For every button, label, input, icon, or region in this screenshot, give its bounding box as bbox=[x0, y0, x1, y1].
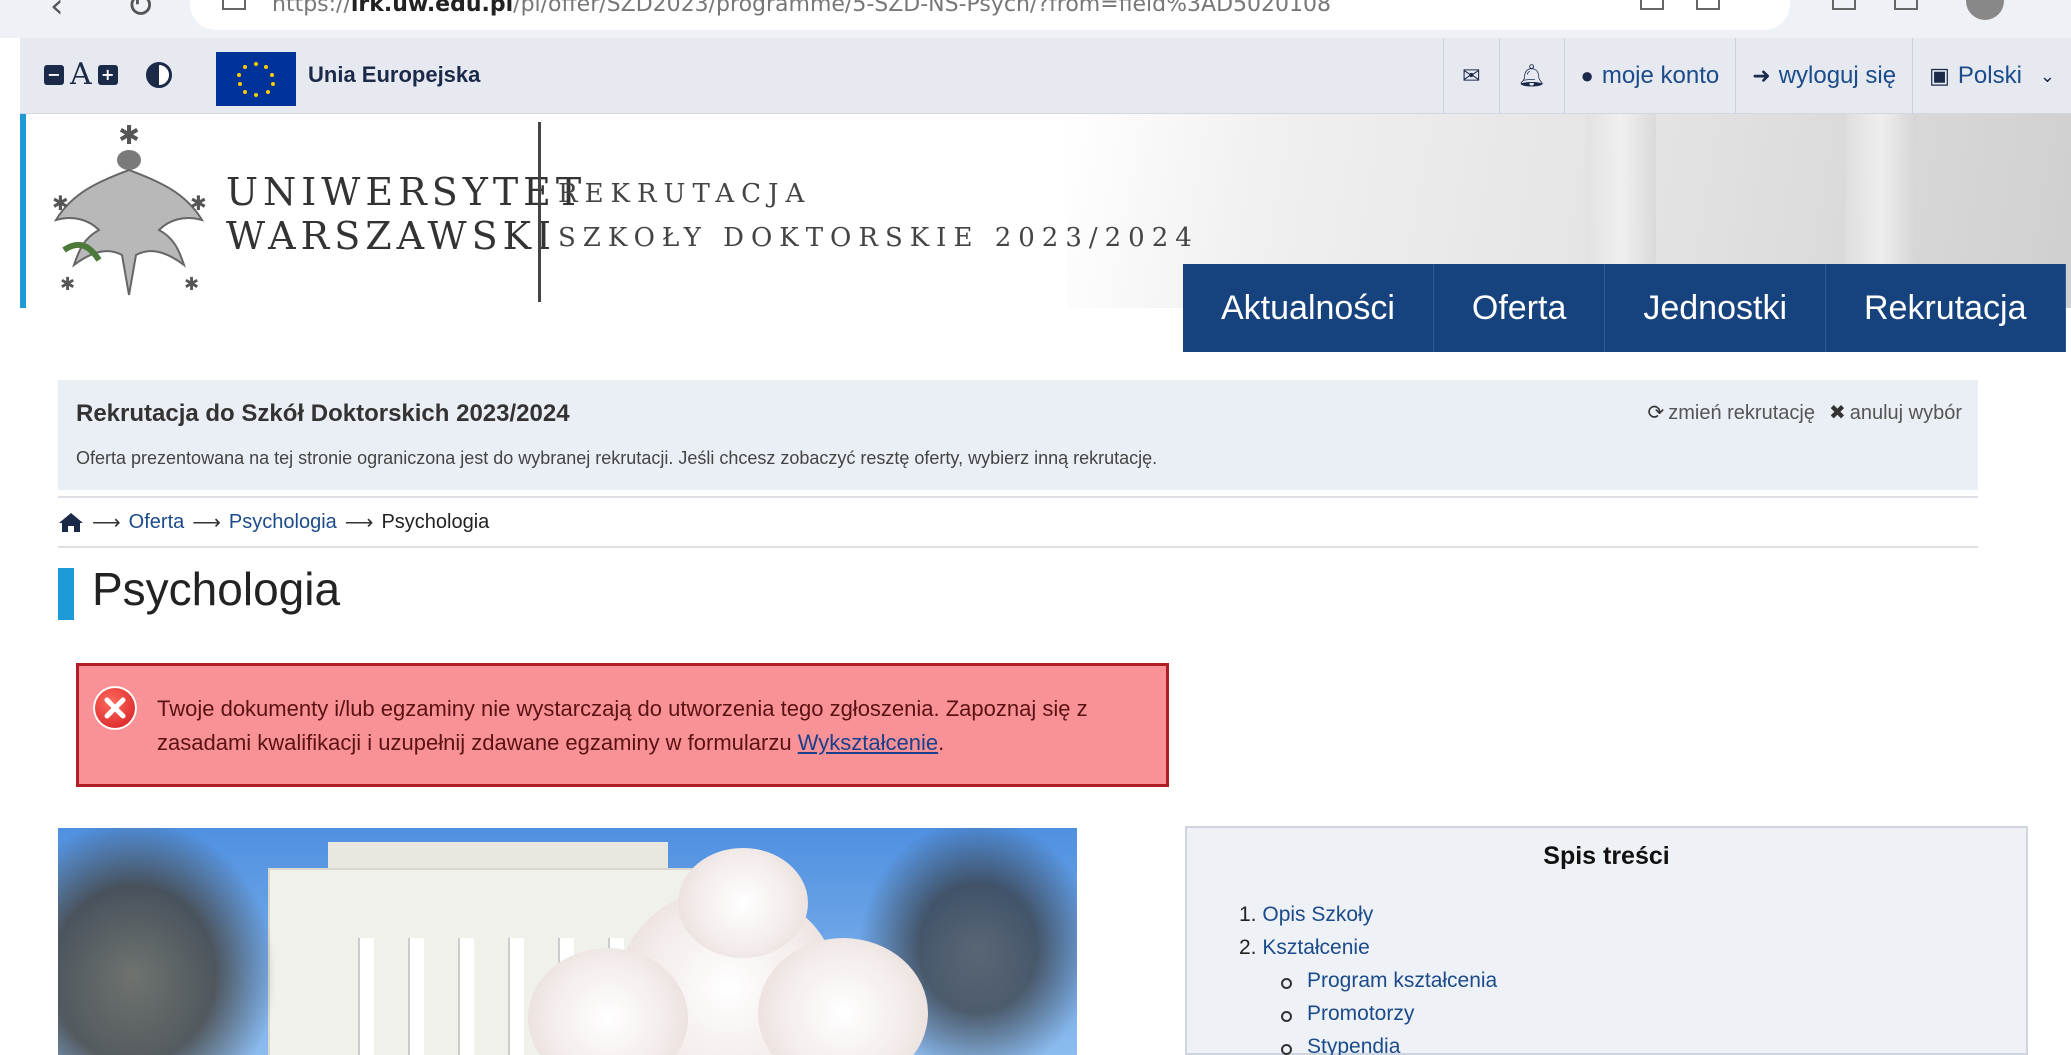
header-divider bbox=[538, 122, 541, 302]
error-icon bbox=[93, 686, 137, 730]
title-accent-bar bbox=[58, 568, 74, 620]
reload-icon[interactable]: ↻ bbox=[126, 0, 155, 26]
toc-subitem: Program kształcenia bbox=[1239, 964, 1497, 997]
nav-item-rekrutacja[interactable]: Rekrutacja bbox=[1826, 264, 2066, 352]
recruitment-title[interactable]: REKRUTACJA SZKOŁY DOKTORSKIE 2023/2024 bbox=[558, 172, 1199, 260]
user-menu: ✉ 🔔︎ ● moje konto ➜ wyloguj się ▣ Polski ⌄ bbox=[1443, 38, 2071, 114]
university-name[interactable]: UNIWERSYTET WARSZAWSKI bbox=[226, 170, 586, 258]
svg-text:✱: ✱ bbox=[184, 274, 199, 295]
cancel-selection-link[interactable]: ✖ anuluj wybór bbox=[1829, 400, 1962, 425]
recruitment-notice: Rekrutacja do Szkół Doktorskich 2023/202… bbox=[58, 380, 1978, 490]
notice-title: Rekrutacja do Szkół Doktorskich 2023/202… bbox=[76, 400, 570, 427]
accessibility-controls: − A + bbox=[44, 60, 172, 90]
language-select[interactable]: ▣ Polski ⌄ bbox=[1912, 38, 2071, 114]
notifications-button[interactable]: 🔔︎ bbox=[1498, 38, 1564, 114]
browser-chrome: ‹ ↻ https://irk.uw.edu.pl/pl/offer/SZD20… bbox=[0, 0, 2071, 38]
messages-button[interactable]: ✉ bbox=[1443, 38, 1498, 114]
favorites-icon[interactable] bbox=[1832, 0, 1856, 10]
profile-avatar[interactable] bbox=[1966, 0, 2004, 20]
notice-description: Oferta prezentowana na tej stronie ogran… bbox=[76, 448, 1158, 468]
translate-icon[interactable] bbox=[1640, 0, 1664, 10]
my-account-link[interactable]: ● moje konto bbox=[1563, 38, 1736, 114]
education-form-link[interactable]: Wykształcenie bbox=[798, 730, 938, 755]
breadcrumb-psychologia-field[interactable]: Psychologia bbox=[229, 511, 337, 534]
user-icon: ● bbox=[1580, 63, 1594, 88]
close-icon: ✖ bbox=[1828, 402, 1846, 424]
campus-photo bbox=[58, 828, 1077, 1055]
logout-link[interactable]: ➜ wyloguj się bbox=[1735, 38, 1912, 114]
toc-item: 2. Kształcenie bbox=[1239, 936, 1370, 959]
toc-title: Spis treści bbox=[1543, 842, 1670, 870]
refresh-icon: ⟳ bbox=[1647, 402, 1665, 424]
toc-link-program-ksztalcenia[interactable]: Program kształcenia bbox=[1307, 969, 1497, 992]
table-of-contents: Spis treści 1. Opis Szkoły 2. Kształceni… bbox=[1185, 826, 2028, 1055]
breadcrumb-separator: ⟶ bbox=[92, 511, 121, 534]
toc-subitem: Stypendia bbox=[1239, 1030, 1497, 1055]
logout-icon: ➜ bbox=[1752, 63, 1771, 88]
main-navigation: Aktualności Oferta Jednostki Rekrutacja bbox=[1183, 264, 2066, 352]
error-message: Twoje dokumenty i/lub egzaminy nie wysta… bbox=[157, 696, 1088, 755]
toc-list: 1. Opis Szkoły 2. Kształcenie Program ks… bbox=[1239, 898, 1497, 1055]
breadcrumb: ⟶ Oferta ⟶ Psychologia ⟶ Psychologia bbox=[58, 496, 1978, 548]
eu-flag-icon bbox=[216, 52, 296, 106]
toc-link-opis-szkoly[interactable]: Opis Szkoły bbox=[1262, 903, 1373, 926]
home-icon[interactable] bbox=[58, 511, 84, 533]
breadcrumb-oferta[interactable]: Oferta bbox=[129, 511, 185, 534]
svg-text:✱: ✱ bbox=[60, 274, 75, 295]
nav-item-aktualnosci[interactable]: Aktualności bbox=[1183, 264, 1434, 352]
svg-text:✱: ✱ bbox=[118, 121, 140, 151]
svg-text:✱: ✱ bbox=[190, 191, 207, 215]
collections-icon[interactable] bbox=[1894, 0, 1918, 10]
notice-actions: ⟳ zmień rekrutację ✖ anuluj wybór bbox=[1647, 400, 1962, 425]
nav-item-oferta[interactable]: Oferta bbox=[1434, 264, 1606, 352]
svg-text:✱: ✱ bbox=[52, 191, 69, 215]
back-icon[interactable]: ‹ bbox=[50, 0, 64, 26]
tab-search-icon[interactable] bbox=[1696, 0, 1720, 10]
bell-icon: 🔔︎ bbox=[1517, 63, 1546, 88]
toc-subitem: Promotorzy bbox=[1239, 997, 1497, 1030]
chevron-down-icon: ⌄ bbox=[2039, 65, 2055, 86]
language-icon: ▣ bbox=[1929, 63, 1950, 88]
site-info-icon[interactable] bbox=[222, 0, 246, 10]
font-decrease-icon[interactable]: − bbox=[44, 65, 64, 85]
breadcrumb-separator: ⟶ bbox=[344, 511, 374, 534]
eu-label[interactable]: Unia Europejska bbox=[308, 62, 480, 88]
toc-item: 1. Opis Szkoły bbox=[1239, 903, 1374, 926]
toc-link-ksztalcenie[interactable]: Kształcenie bbox=[1262, 936, 1369, 959]
font-increase-icon[interactable]: + bbox=[97, 65, 118, 85]
envelope-icon: ✉ bbox=[1462, 63, 1481, 88]
university-eagle-logo[interactable]: ✱ ✱ ✱ ✱ ✱ bbox=[44, 120, 214, 300]
toc-link-promotorzy[interactable]: Promotorzy bbox=[1307, 1002, 1414, 1025]
toc-link-stypendia[interactable]: Stypendia bbox=[1307, 1035, 1400, 1055]
utility-bar: − A + Unia Europejska ✉ 🔔︎ ● moje konto ➜… bbox=[20, 38, 2071, 114]
contrast-icon[interactable] bbox=[145, 62, 172, 88]
url-text[interactable]: https://irk.uw.edu.pl/pl/offer/SZD2023/p… bbox=[272, 0, 1331, 17]
font-default-icon[interactable]: A bbox=[70, 60, 92, 90]
change-recruitment-link[interactable]: ⟳ zmień rekrutację bbox=[1647, 400, 1814, 425]
error-alert: Twoje dokumenty i/lub egzaminy nie wysta… bbox=[76, 663, 1169, 787]
breadcrumb-separator: ⟶ bbox=[192, 511, 221, 534]
breadcrumb-current: Psychologia bbox=[381, 510, 490, 533]
page-title: Psychologia bbox=[92, 563, 341, 615]
nav-item-jednostki[interactable]: Jednostki bbox=[1605, 264, 1826, 352]
